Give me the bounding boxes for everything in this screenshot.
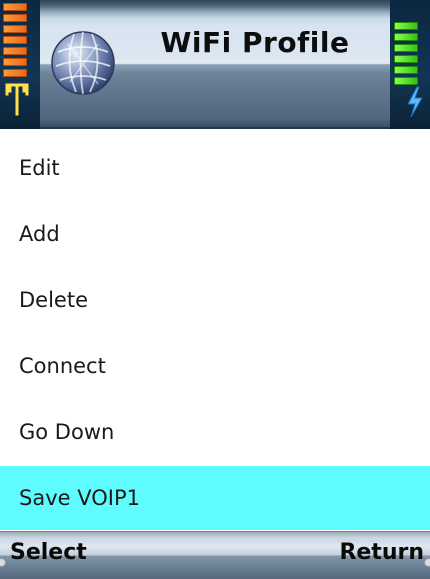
signal-bar <box>3 25 27 33</box>
battery-bar <box>394 22 418 30</box>
menu-item-go-down[interactable]: Go Down <box>0 399 430 465</box>
battery-bar <box>394 44 418 52</box>
battery-bar <box>394 55 418 63</box>
title-bar: WiFi Profile <box>0 0 430 129</box>
corner-dot <box>0 558 6 567</box>
menu-item-connect[interactable]: Connect <box>0 333 430 399</box>
menu-list: Edit Add Delete Connect Go Down Save VOI… <box>0 135 430 530</box>
bolt-icon <box>407 86 423 118</box>
signal-bar <box>3 69 27 77</box>
softkey-bar: Select Return <box>0 531 430 579</box>
signal-bar <box>3 47 27 55</box>
menu-item-add[interactable]: Add <box>0 201 430 267</box>
signal-bar <box>3 36 27 44</box>
phone-screen: WiFi Profile Edit Add Delete Connect Go … <box>0 0 430 579</box>
battery-bar <box>394 66 418 74</box>
battery-bar <box>394 33 418 41</box>
battery-indicator <box>390 0 430 129</box>
menu-item-save-voip1[interactable]: Save VOIP1 <box>0 466 430 530</box>
menu-item-delete[interactable]: Delete <box>0 267 430 333</box>
signal-bar <box>3 3 27 11</box>
signal-indicator <box>0 0 40 129</box>
menu-item-edit[interactable]: Edit <box>0 135 430 201</box>
signal-bar <box>3 58 27 66</box>
signal-bar <box>3 14 27 22</box>
battery-bar <box>394 77 418 85</box>
globe-icon <box>51 31 115 95</box>
page-title: WiFi Profile <box>160 26 350 59</box>
select-softkey[interactable]: Select <box>10 540 87 565</box>
corner-dot <box>424 558 430 567</box>
antenna-icon <box>5 83 29 116</box>
return-softkey[interactable]: Return <box>339 540 424 565</box>
